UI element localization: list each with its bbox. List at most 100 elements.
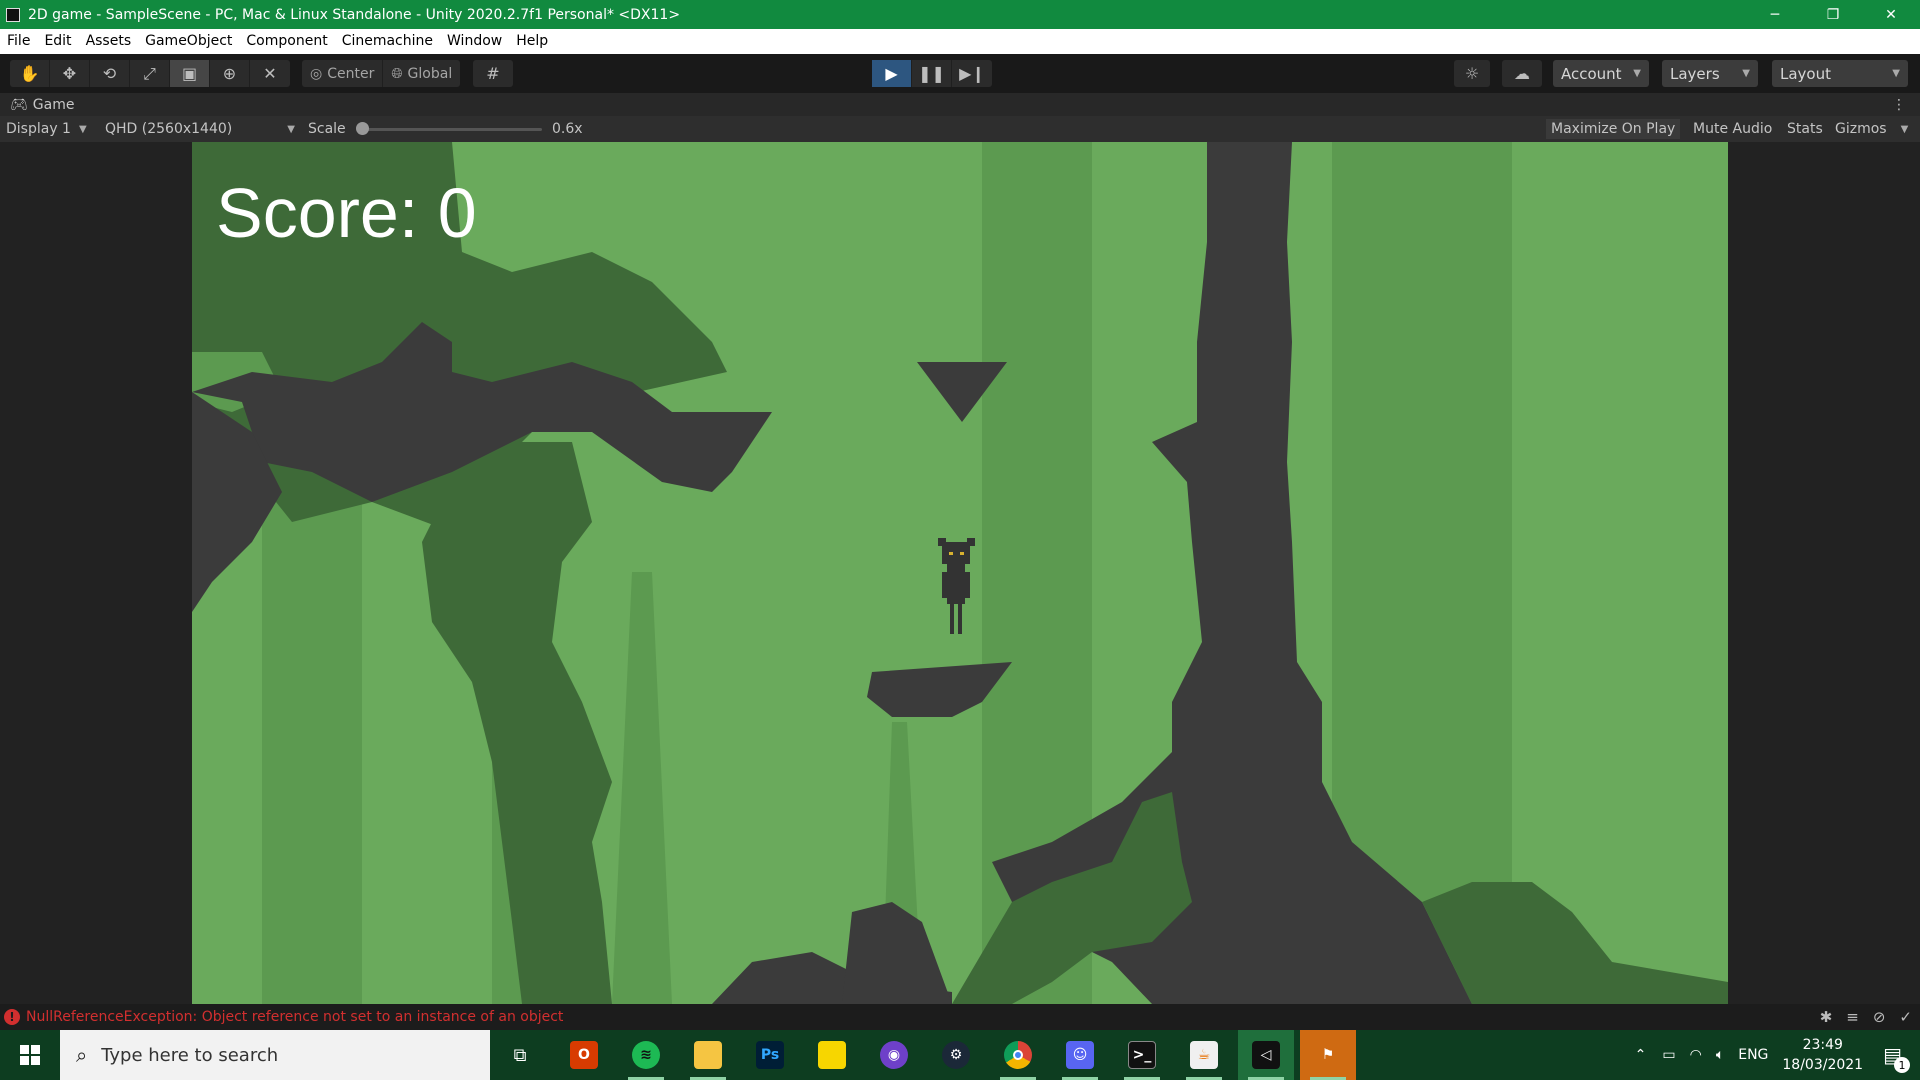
maximize-on-play-toggle[interactable]: Maximize On Play [1546, 119, 1681, 139]
pivot-toggles: ◎ Center 🌐︎ Global [302, 60, 461, 87]
language-indicator[interactable]: ENG [1738, 1047, 1768, 1063]
score-text: Score: 0 [216, 174, 477, 252]
collab-icon[interactable]: ☼ [1454, 60, 1490, 87]
move-tool-icon[interactable]: ✥ [50, 60, 90, 87]
steam-icon: ⚙ [942, 1041, 970, 1069]
menu-cinemachine[interactable]: Cinemachine [335, 29, 440, 54]
pivot-center-toggle[interactable]: ◎ Center [302, 60, 384, 87]
gizmos-toggle[interactable]: Gizmos ▼ [1830, 119, 1914, 139]
discord-app[interactable]: ☺ [1052, 1030, 1108, 1080]
scale-tool-icon[interactable]: ⤢ [130, 60, 170, 87]
volume-icon[interactable]: 🔈︎ [1716, 1047, 1724, 1063]
menu-component[interactable]: Component [239, 29, 334, 54]
rotate-tool-icon[interactable]: ⟲ [90, 60, 130, 87]
resolution-label: QHD (2560x1440) [105, 121, 233, 137]
mute-audio-toggle[interactable]: Mute Audio [1688, 119, 1778, 139]
scale-slider-handle[interactable] [356, 122, 369, 135]
display-label: Display 1 [6, 121, 71, 137]
caret-down-icon: ▼ [1892, 68, 1900, 79]
java-icon: ☕︎ [1190, 1041, 1218, 1069]
spotify-app[interactable]: ≋ [618, 1030, 674, 1080]
transform-tool-icon[interactable]: ⊕ [210, 60, 250, 87]
menu-window[interactable]: Window [440, 29, 509, 54]
stats-toggle[interactable]: Stats [1782, 119, 1828, 139]
transform-tools: ✋ ✥ ⟲ ⤢ ▣ ⊕ ✕ [10, 60, 290, 87]
custom-tool-icon[interactable]: ✕ [250, 60, 290, 87]
java-app[interactable]: ☕︎ [1176, 1030, 1232, 1080]
terminal-app[interactable]: >_ [1114, 1030, 1170, 1080]
github-app[interactable]: ◉ [866, 1030, 922, 1080]
task-view-button[interactable]: ⧉ [492, 1030, 548, 1080]
scale-label: Scale [308, 121, 346, 137]
gizmos-label: Gizmos [1835, 121, 1887, 137]
grid-snap-icon[interactable]: # [473, 60, 513, 87]
sticky-notes-app[interactable] [804, 1030, 860, 1080]
clock-date: 18/03/2021 [1782, 1057, 1864, 1073]
account-dropdown[interactable]: Account ▼ [1553, 60, 1649, 87]
menu-edit[interactable]: Edit [37, 29, 78, 54]
sticky-notes-icon [818, 1041, 846, 1069]
unity-icon: ◁ [1252, 1041, 1280, 1069]
scale-slider-track[interactable] [362, 128, 542, 131]
main-toolbar: ✋ ✥ ⟲ ⤢ ▣ ⊕ ✕ ◎ Center 🌐︎ Global # ▶ ❚❚ ▶❙… [0, 54, 1920, 93]
taskbar-search[interactable]: ⌕ Type here to search [60, 1030, 490, 1080]
resolution-dropdown[interactable]: QHD (2560x1440) ▼ [105, 116, 295, 142]
step-button[interactable]: ▶❙ [952, 60, 992, 87]
github-icon: ◉ [880, 1041, 908, 1069]
close-button[interactable]: ✕ [1862, 0, 1920, 29]
chrome-app[interactable] [990, 1030, 1046, 1080]
caret-down-icon: ▼ [1742, 68, 1750, 79]
chevron-up-icon[interactable]: ⌃ [1635, 1047, 1647, 1063]
game-tab[interactable]: 🎮︎ Game [0, 97, 74, 113]
bug-icon[interactable]: ✱ [1820, 1008, 1833, 1026]
unity-editor-app[interactable]: ⚑ [1300, 1030, 1356, 1080]
steam-app[interactable]: ⚙ [928, 1030, 984, 1080]
layout-dropdown[interactable]: Layout ▼ [1772, 60, 1908, 87]
restore-button[interactable]: ❐ [1804, 0, 1862, 29]
hand-tool-icon[interactable]: ✋ [10, 60, 50, 87]
cloud-icon[interactable]: ☁ [1502, 60, 1542, 87]
game-tab-bar: 🎮︎ Game ⋮ [0, 93, 1920, 116]
more-options-icon[interactable]: ⋮ [1892, 97, 1906, 113]
pivot-global-toggle[interactable]: 🌐︎ Global [383, 60, 460, 87]
photoshop-app[interactable]: Ps [742, 1030, 798, 1080]
menu-file[interactable]: File [0, 29, 37, 54]
pause-button[interactable]: ❚❚ [912, 60, 952, 87]
start-button[interactable] [0, 1030, 60, 1080]
unity-hub-app[interactable]: ◁ [1238, 1030, 1294, 1080]
layers-label: Layers [1670, 64, 1720, 83]
office-app[interactable]: O [556, 1030, 612, 1080]
pivot-label: Center [327, 65, 375, 82]
wifi-icon[interactable]: ◠ [1690, 1047, 1702, 1063]
play-controls: ▶ ❚❚ ▶❙ [872, 60, 992, 87]
menu-assets[interactable]: Assets [79, 29, 139, 54]
battery-icon[interactable]: ▭ [1662, 1047, 1675, 1063]
clock[interactable]: 23:49 18/03/2021 [1782, 1035, 1863, 1075]
console-status-bar[interactable]: ! NullReferenceException: Object referen… [0, 1004, 1920, 1030]
file-explorer-app[interactable] [680, 1030, 736, 1080]
rect-tool-icon[interactable]: ▣ [170, 60, 210, 87]
spotify-icon: ≋ [632, 1041, 660, 1069]
menu-help[interactable]: Help [509, 29, 555, 54]
minimize-button[interactable]: ─ [1746, 0, 1804, 29]
pivot-icon: ◎ [310, 65, 323, 82]
search-placeholder: Type here to search [101, 1044, 279, 1066]
menu-bar: File Edit Assets GameObject Component Ci… [0, 29, 1920, 54]
layers-icon[interactable]: ≡ [1846, 1008, 1859, 1026]
task-view-icon: ⧉ [513, 1044, 527, 1066]
check-circle-icon[interactable]: ✓ [1899, 1008, 1912, 1026]
layers-dropdown[interactable]: Layers ▼ [1662, 60, 1758, 87]
notification-center-button[interactable]: ▤ 1 [1883, 1043, 1910, 1073]
scale-value: 0.6x [552, 121, 583, 137]
caret-down-icon: ▼ [1900, 123, 1909, 135]
network-icon[interactable]: ⊘ [1873, 1008, 1886, 1026]
gamepad-icon: 🎮︎ [10, 96, 28, 113]
display-dropdown[interactable]: Display 1 ▼ [6, 116, 96, 142]
play-button[interactable]: ▶ [872, 60, 912, 87]
game-view-toolbar: Display 1 ▼ QHD (2560x1440) ▼ Scale 0.6x M… [0, 116, 1920, 142]
game-tab-label: Game [32, 96, 75, 113]
search-icon: ⌕ [76, 1043, 88, 1067]
menu-gameobject[interactable]: GameObject [138, 29, 239, 54]
game-canvas[interactable]: Score: 0 [192, 142, 1728, 1004]
clock-time: 23:49 [1802, 1037, 1843, 1053]
